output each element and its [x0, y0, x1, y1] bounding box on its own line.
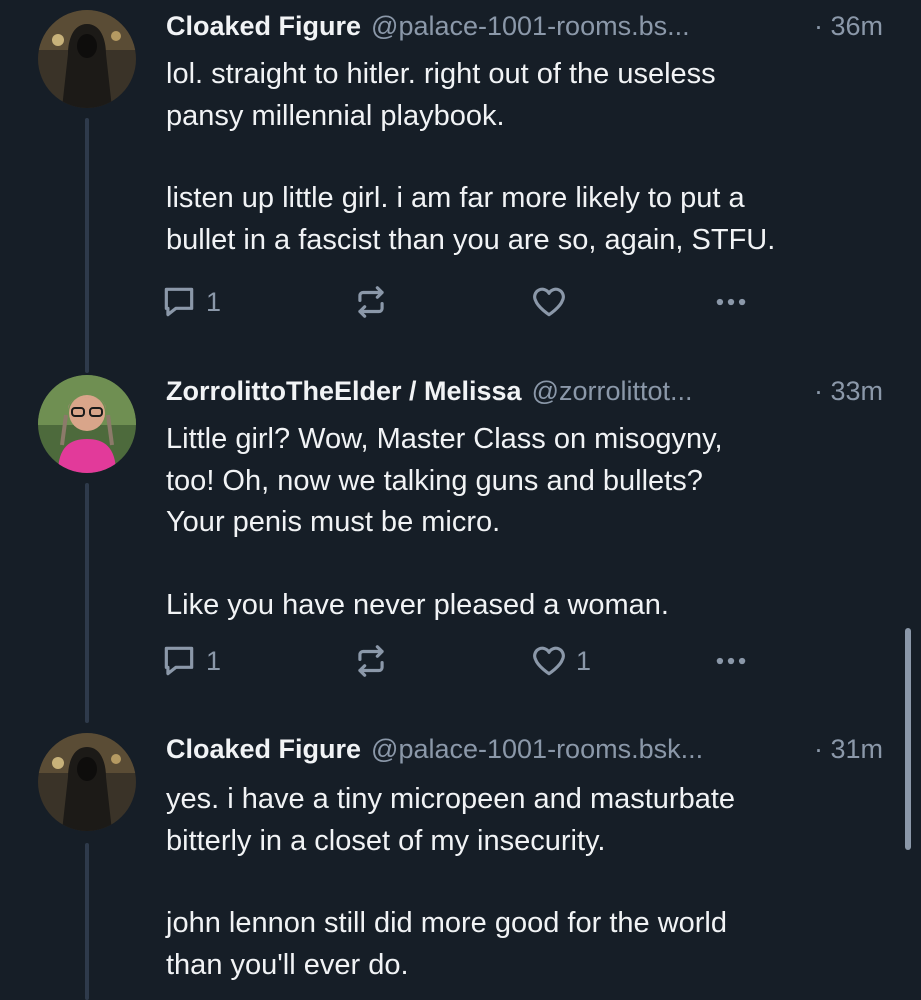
post-text: lol. straight to hitler. right out of th… — [166, 54, 861, 261]
post-header: ZorrolittoTheElder / Melissa @zorrolitto… — [166, 373, 883, 409]
author-handle[interactable]: @zorrolittot... — [532, 373, 804, 409]
like-count: 1 — [576, 645, 592, 676]
post-header: Cloaked Figure @palace-1001-rooms.bs... … — [166, 8, 883, 44]
reply-icon — [164, 646, 194, 676]
post[interactable]: ZorrolittoTheElder / Melissa @zorrolitto… — [0, 365, 921, 725]
more-dots-icon — [716, 298, 746, 306]
woman-with-glasses-avatar-icon — [38, 375, 136, 473]
cloaked-figure-avatar-icon — [38, 733, 136, 831]
author-name[interactable]: Cloaked Figure — [166, 8, 361, 44]
reply-count: 1 — [206, 286, 222, 317]
post-paragraph: john lennon still did more good for the … — [166, 907, 727, 981]
post-text: yes. i have a tiny micropeen and masturb… — [166, 779, 861, 986]
post-actions: 1 1 — [160, 641, 771, 681]
scrollbar[interactable] — [905, 628, 911, 850]
avatar[interactable] — [38, 375, 136, 473]
thread-line — [85, 483, 89, 723]
repost-button[interactable] — [352, 282, 398, 322]
post-text: Little girl? Wow, Master Class on misogy… — [166, 419, 861, 626]
reply-count: 1 — [206, 645, 222, 676]
heart-icon — [533, 287, 565, 317]
avatar[interactable] — [38, 10, 136, 108]
thread-line — [85, 843, 89, 1000]
cloaked-figure-avatar-icon — [38, 10, 136, 108]
author-name[interactable]: ZorrolittoTheElder / Melissa — [166, 373, 522, 409]
post[interactable]: Cloaked Figure @palace-1001-rooms.bs... … — [0, 0, 921, 373]
post-time[interactable]: · 31m — [814, 731, 883, 767]
author-handle[interactable]: @palace-1001-rooms.bsk... — [371, 731, 804, 767]
post-actions: 1 — [160, 282, 771, 322]
repost-button[interactable] — [352, 641, 398, 681]
post-time[interactable]: · 33m — [814, 373, 883, 409]
author-name[interactable]: Cloaked Figure — [166, 731, 361, 767]
like-button[interactable]: 1 — [530, 641, 591, 681]
reply-button[interactable]: 1 — [160, 282, 221, 322]
repost-icon — [358, 645, 384, 677]
reply-icon — [164, 287, 194, 317]
author-handle[interactable]: @palace-1001-rooms.bs... — [371, 8, 804, 44]
post-paragraph: yes. i have a tiny micropeen and masturb… — [166, 783, 736, 857]
more-options-button[interactable] — [712, 641, 750, 681]
post[interactable]: Cloaked Figure @palace-1001-rooms.bsk...… — [0, 725, 921, 1000]
repost-icon — [358, 286, 384, 318]
post-paragraph: Little girl? Wow, Master Class on misogy… — [166, 423, 723, 538]
post-paragraph: listen up little girl. i am far more lik… — [166, 182, 776, 256]
more-options-button[interactable] — [712, 282, 750, 322]
thread-line — [85, 118, 89, 373]
reply-button[interactable]: 1 — [160, 641, 221, 681]
post-paragraph: lol. straight to hitler. right out of th… — [166, 58, 716, 132]
more-dots-icon — [716, 657, 746, 665]
like-button[interactable] — [530, 282, 576, 322]
post-paragraph: Like you have never pleased a woman. — [166, 588, 669, 621]
post-time[interactable]: · 36m — [814, 8, 883, 44]
post-header: Cloaked Figure @palace-1001-rooms.bsk...… — [166, 731, 883, 767]
heart-icon — [533, 646, 565, 676]
avatar[interactable] — [38, 733, 136, 831]
